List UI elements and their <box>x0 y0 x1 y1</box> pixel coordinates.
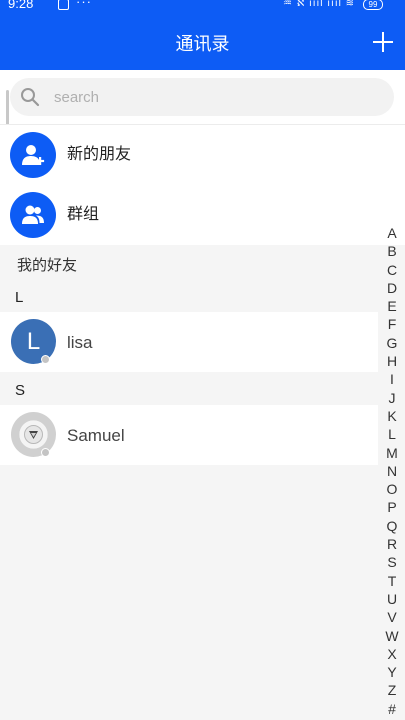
my-friends-title: 我的好友 <box>17 257 78 274</box>
index-letter[interactable]: K <box>379 407 405 425</box>
index-letter[interactable]: P <box>379 498 405 516</box>
battery-icon: 99 <box>363 0 383 10</box>
index-letter[interactable]: T <box>379 572 405 590</box>
search-icon <box>21 88 40 107</box>
presence-dot <box>41 448 50 457</box>
new-friends-item[interactable]: 新的朋友 <box>0 125 405 185</box>
status-bar: 9:28 ··· ♒ ℵ ıııl ıııl ≋ 99 <box>0 0 405 14</box>
group-icon <box>22 205 44 224</box>
search-bar <box>0 70 405 124</box>
groups-item[interactable]: 群组 <box>0 185 405 245</box>
letter-header: S <box>0 373 378 405</box>
index-letter[interactable]: O <box>379 480 405 498</box>
letter-header-label: S <box>15 382 26 399</box>
app-notification-icon <box>58 0 69 10</box>
index-letter[interactable]: J <box>379 389 405 407</box>
letter-header-label: L <box>15 289 24 306</box>
contact-name: lisa <box>67 333 93 352</box>
index-letter[interactable]: B <box>379 242 405 260</box>
index-letter[interactable]: D <box>379 279 405 297</box>
index-letter[interactable]: H <box>379 352 405 370</box>
index-letter[interactable]: Z <box>379 681 405 699</box>
index-letter[interactable]: M <box>379 444 405 462</box>
page-title: 通讯录 <box>175 34 230 54</box>
index-letter[interactable]: A <box>379 224 405 242</box>
index-letter[interactable]: E <box>379 297 405 315</box>
add-friend-icon <box>22 145 45 165</box>
avatar-image-icon <box>24 425 43 444</box>
index-letter[interactable]: # <box>379 700 405 718</box>
index-letter[interactable]: U <box>379 590 405 608</box>
signal-icons: ♒ ℵ ıııl ıııl ≋ <box>282 0 355 9</box>
index-letter[interactable]: F <box>379 315 405 333</box>
groups-label: 群组 <box>67 206 100 223</box>
index-letter[interactable]: W <box>379 627 405 645</box>
index-letter[interactable]: V <box>379 608 405 626</box>
contact-row[interactable]: Samuel <box>0 405 378 465</box>
contacts-page: 新的朋友 群组 我的好友 L L lisa S <box>0 70 405 720</box>
new-friends-label: 新的朋友 <box>67 146 132 163</box>
contact-row[interactable]: L lisa <box>0 312 378 372</box>
index-letter[interactable]: L <box>379 425 405 443</box>
index-letter[interactable]: S <box>379 553 405 571</box>
index-letter[interactable]: Q <box>379 517 405 535</box>
presence-dot <box>41 355 50 364</box>
status-more-icon: ··· <box>76 0 92 9</box>
search-input[interactable] <box>54 78 374 116</box>
header-bar: 通讯录 <box>0 14 405 70</box>
status-time: 9:28 <box>8 0 34 11</box>
index-letter[interactable]: R <box>379 535 405 553</box>
index-letter[interactable]: G <box>379 334 405 352</box>
contact-name: Samuel <box>67 426 125 445</box>
letter-header: L <box>0 280 378 312</box>
index-letter[interactable]: C <box>379 261 405 279</box>
index-letter[interactable]: I <box>379 370 405 388</box>
index-letter[interactable]: Y <box>379 663 405 681</box>
add-icon[interactable] <box>371 30 395 54</box>
index-letter[interactable]: X <box>379 645 405 663</box>
new-friend-avatar <box>10 132 56 178</box>
search-box[interactable] <box>10 78 394 116</box>
alphabet-index[interactable]: A B C D E F G H I J K L M N O P Q R S T U V W X Y Z # <box>379 224 405 720</box>
groups-avatar <box>10 192 56 238</box>
index-letter[interactable]: N <box>379 462 405 480</box>
